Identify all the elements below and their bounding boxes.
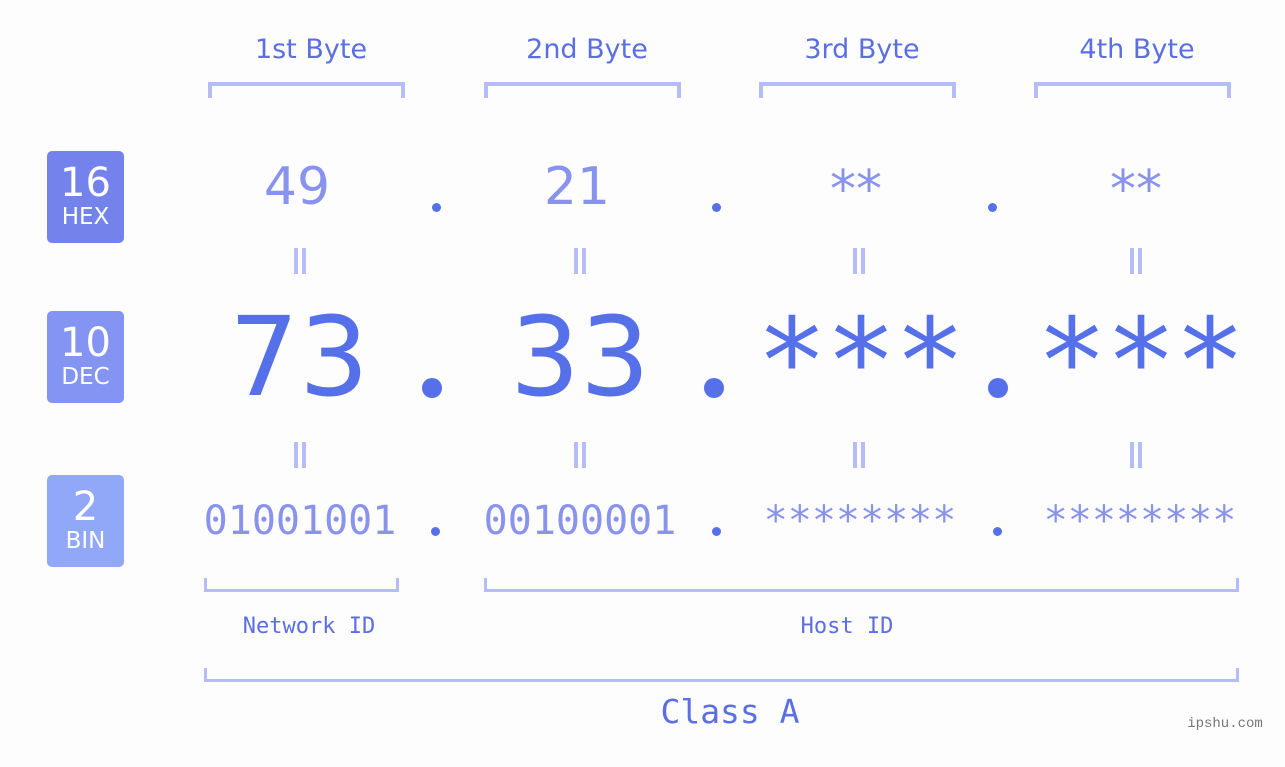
equals-icon bbox=[293, 248, 307, 274]
bin-byte-3: ******** bbox=[763, 498, 957, 544]
host-id-label: Host ID bbox=[800, 614, 894, 639]
watermark: ipshu.com bbox=[1187, 716, 1263, 732]
bin-byte-1: 01001001 bbox=[203, 498, 397, 544]
dec-byte-1: 73 bbox=[229, 293, 369, 421]
equals-icon bbox=[573, 248, 587, 274]
bin-byte-4: ******** bbox=[1043, 498, 1237, 544]
dec-base: 10 bbox=[60, 320, 111, 366]
class-bracket bbox=[204, 668, 1239, 682]
byte-bracket-1 bbox=[208, 82, 405, 98]
byte-bracket-3 bbox=[759, 82, 956, 98]
byte-bracket-4 bbox=[1034, 82, 1231, 98]
host-id-bracket bbox=[484, 578, 1239, 592]
equals-icon bbox=[852, 248, 866, 274]
dec-label: DEC bbox=[61, 364, 110, 390]
dec-byte-4: *** bbox=[1036, 292, 1245, 430]
hex-label: HEX bbox=[61, 204, 110, 230]
equals-icon bbox=[573, 442, 587, 468]
hex-badge: 16 HEX bbox=[47, 151, 124, 243]
bin-separator-dot bbox=[431, 527, 440, 536]
dec-separator-dot bbox=[422, 378, 442, 398]
hex-byte-2: 21 bbox=[543, 157, 611, 217]
bin-separator-dot bbox=[993, 527, 1002, 536]
equals-icon bbox=[852, 442, 866, 468]
byte-bracket-2 bbox=[484, 82, 681, 98]
dec-badge: 10 DEC bbox=[47, 311, 124, 403]
byte-header-1: 1st Byte bbox=[254, 34, 368, 65]
equals-icon bbox=[1129, 248, 1143, 274]
hex-base: 16 bbox=[60, 160, 111, 206]
class-label: Class A bbox=[660, 692, 800, 731]
hex-byte-4: ** bbox=[1110, 160, 1162, 220]
byte-header-3: 3rd Byte bbox=[804, 34, 920, 65]
dec-byte-3: *** bbox=[756, 292, 965, 430]
hex-byte-1: 49 bbox=[263, 157, 331, 217]
bin-badge: 2 BIN bbox=[47, 475, 124, 567]
hex-separator-dot bbox=[712, 203, 721, 212]
bin-label: BIN bbox=[65, 528, 106, 554]
hex-byte-3: ** bbox=[830, 160, 882, 220]
equals-icon bbox=[1129, 442, 1143, 468]
hex-separator-dot bbox=[432, 203, 441, 212]
hex-separator-dot bbox=[988, 203, 997, 212]
bin-byte-2: 00100001 bbox=[483, 498, 677, 544]
bin-separator-dot bbox=[712, 527, 721, 536]
network-id-label: Network ID bbox=[242, 614, 376, 639]
byte-header-2: 2nd Byte bbox=[526, 34, 648, 65]
bin-base: 2 bbox=[72, 484, 99, 530]
equals-icon bbox=[293, 442, 307, 468]
byte-header-4: 4th Byte bbox=[1079, 34, 1195, 65]
dec-byte-2: 33 bbox=[510, 293, 650, 421]
network-id-bracket bbox=[204, 578, 399, 592]
